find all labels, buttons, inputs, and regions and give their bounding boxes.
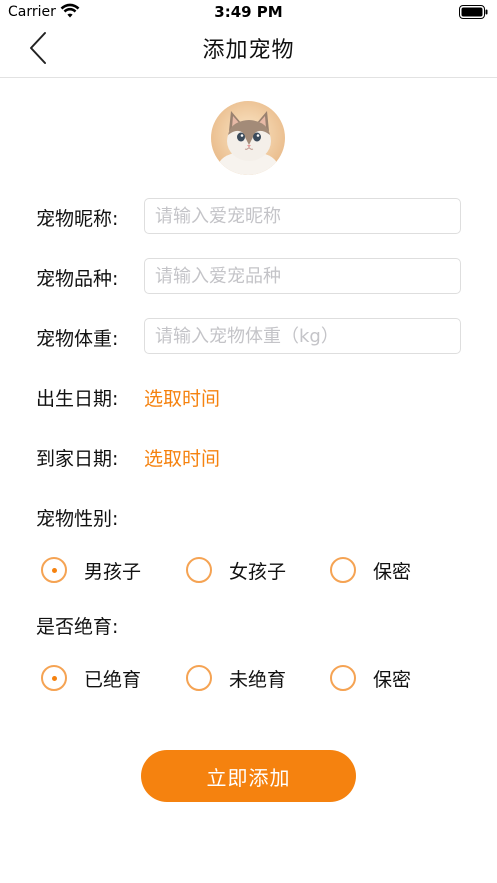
radio-label: 未绝育 <box>229 668 287 691</box>
cat-avatar-image <box>211 101 285 175</box>
weight-label: 宠物体重: <box>36 328 119 350</box>
neutered-option-secret[interactable]: 保密 <box>330 661 411 695</box>
weight-input[interactable] <box>144 318 461 354</box>
radio-unselected-icon <box>186 557 212 583</box>
page-title: 添加宠物 <box>202 38 295 63</box>
breed-row: 宠物品种: <box>0 258 497 298</box>
nav-bar: 添加宠物 <box>0 26 497 78</box>
radio-label: 女孩子 <box>229 560 287 583</box>
home-date-picker-link[interactable]: 选取时间 <box>144 444 220 471</box>
neutered-option-yes[interactable]: 已绝育 <box>41 661 141 695</box>
nickname-input[interactable] <box>144 198 461 234</box>
home-date-label: 到家日期: <box>36 448 119 470</box>
status-bar: Carrier 3:49 PM <box>0 0 497 26</box>
radio-selected-icon <box>41 665 67 691</box>
neutered-radio-group: 已绝育 未绝育 保密 <box>0 661 497 695</box>
radio-unselected-icon <box>330 557 356 583</box>
birth-date-row: 出生日期: 选取时间 <box>0 378 497 418</box>
gender-label: 宠物性别: <box>36 508 119 530</box>
neutered-option-no[interactable]: 未绝育 <box>186 661 286 695</box>
breed-input[interactable] <box>144 258 461 294</box>
radio-label: 保密 <box>373 668 412 691</box>
nickname-row: 宠物昵称: <box>0 198 497 238</box>
radio-label: 已绝育 <box>84 668 142 691</box>
weight-row: 宠物体重: <box>0 318 497 358</box>
neutered-label: 是否绝育: <box>36 616 119 638</box>
radio-label: 保密 <box>373 560 412 583</box>
pet-avatar[interactable] <box>211 101 285 175</box>
gender-option-secret[interactable]: 保密 <box>330 553 411 587</box>
status-time: 3:49 PM <box>214 3 283 21</box>
gender-radio-group: 男孩子 女孩子 保密 <box>0 553 497 587</box>
breed-label: 宠物品种: <box>36 268 119 290</box>
add-now-button[interactable]: 立即添加 <box>141 750 356 802</box>
nickname-label: 宠物昵称: <box>36 208 119 230</box>
birth-date-picker-link[interactable]: 选取时间 <box>144 384 220 411</box>
radio-label: 男孩子 <box>84 560 142 583</box>
birth-date-label: 出生日期: <box>36 388 119 410</box>
gender-option-boy[interactable]: 男孩子 <box>41 553 141 587</box>
radio-selected-icon <box>41 557 67 583</box>
radio-unselected-icon <box>186 665 212 691</box>
radio-unselected-icon <box>330 665 356 691</box>
gender-option-girl[interactable]: 女孩子 <box>186 553 286 587</box>
home-date-row: 到家日期: 选取时间 <box>0 438 497 478</box>
battery-icon <box>459 5 488 19</box>
